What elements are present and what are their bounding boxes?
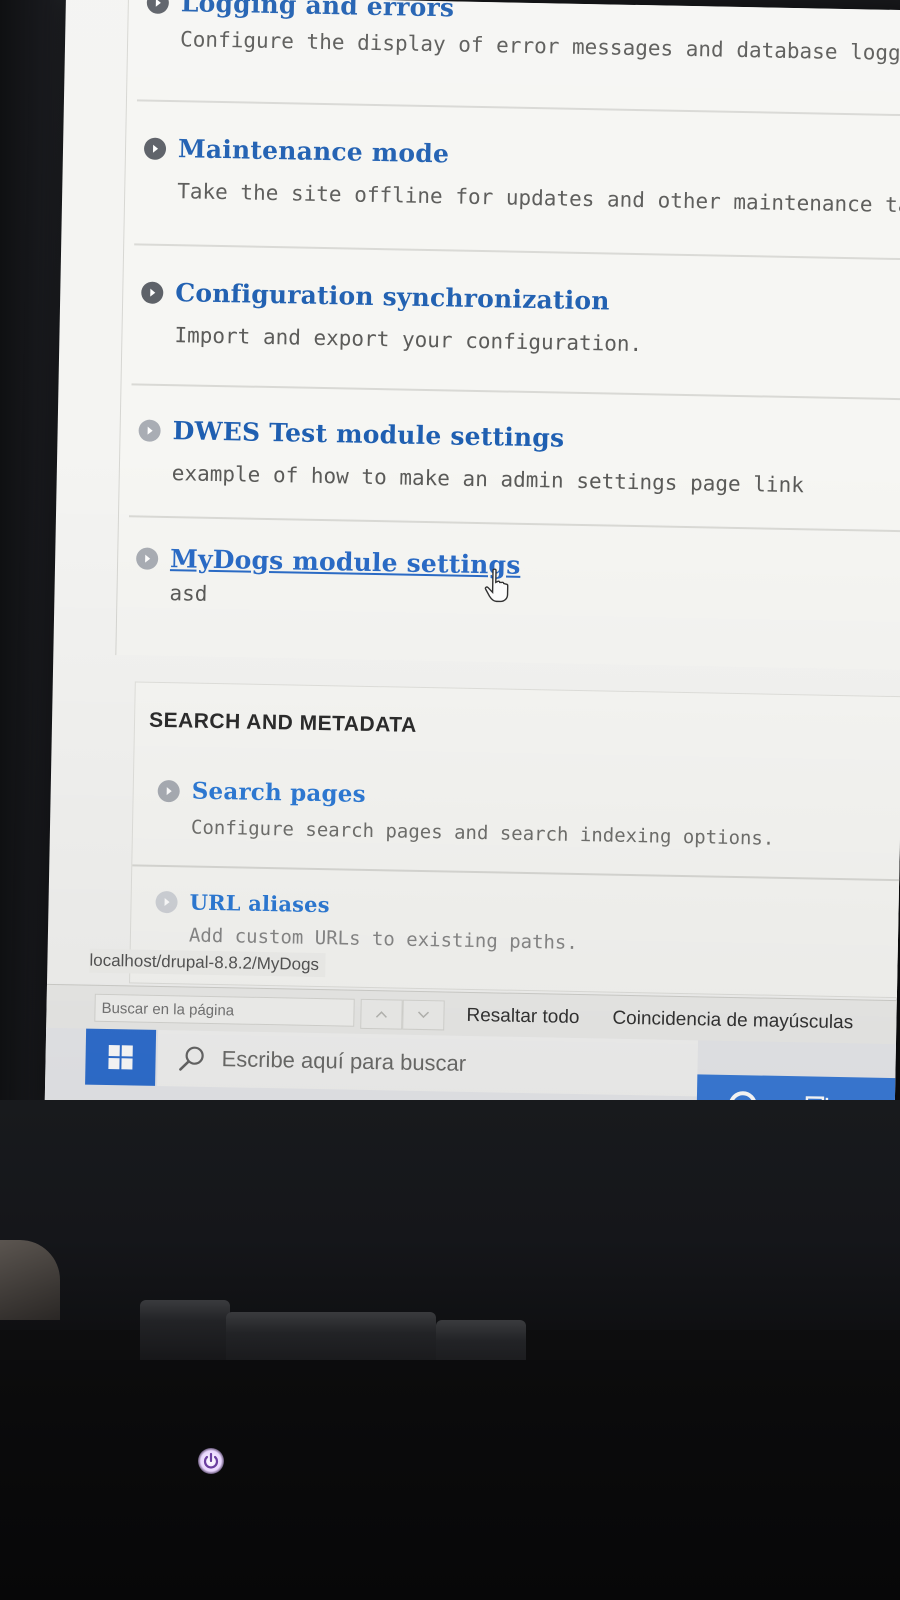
taskbar-search-placeholder: Escribe aquí para buscar (221, 1046, 467, 1076)
admin-item-title[interactable]: Configuration synchronization (175, 278, 610, 315)
divider (131, 383, 900, 401)
bullet-arrow-icon (141, 281, 164, 304)
admin-item-description: Import and export your configuration. (174, 323, 643, 357)
divider (128, 515, 900, 533)
find-next-button[interactable] (402, 999, 445, 1031)
admin-item-mydogs[interactable]: MyDogs module settings asd (135, 543, 900, 619)
admin-item-title[interactable]: Search pages (191, 778, 366, 808)
bullet-arrow-icon (146, 0, 170, 14)
admin-item-description: Configure search pages and search indexi… (190, 816, 775, 850)
divider (136, 99, 900, 117)
admin-item-title[interactable]: MyDogs module settings (170, 544, 521, 580)
keyboard-deck (0, 1360, 900, 1600)
power-icon (198, 1448, 224, 1474)
admin-item-title[interactable]: DWES Test module settings (172, 416, 564, 453)
find-input[interactable] (94, 993, 355, 1027)
admin-item-description: asd (169, 581, 208, 606)
admin-item-config-sync[interactable]: Configuration synchronization Import and… (140, 278, 900, 362)
admin-item-title[interactable]: URL aliases (189, 890, 330, 918)
admin-item-maintenance[interactable]: Maintenance mode Take the site offline f… (143, 134, 900, 218)
laptop-bezel (0, 1100, 900, 1330)
windows-logo-icon (108, 1045, 133, 1070)
status-bar-url: localhost/drupal-8.8.2/MyDogs (89, 948, 326, 978)
admin-item-description: Configure the display of error messages … (179, 27, 900, 66)
section-heading: SEARCH AND METADATA (148, 708, 417, 737)
configuration-panel: Logging and errors Configure the display… (115, 0, 900, 671)
laptop-screen: Logging and errors Configure the display… (44, 0, 900, 1133)
divider (134, 243, 900, 261)
hand-cursor-icon (484, 568, 509, 603)
match-case-checkbox[interactable]: Coincidencia de mayúsculas (612, 1008, 853, 1035)
laptop-photo: Logging and errors Configure the display… (0, 0, 900, 1600)
bullet-arrow-icon (138, 418, 161, 442)
admin-item-url-aliases[interactable]: URL aliases Add custom URLs to existing … (155, 889, 900, 961)
bullet-arrow-icon (143, 137, 167, 160)
admin-item-description: Take the site offline for updates and ot… (177, 179, 900, 218)
find-previous-button[interactable] (360, 998, 403, 1030)
bullet-arrow-icon (157, 779, 180, 802)
divider (132, 864, 900, 882)
admin-item-dwes-test[interactable]: DWES Test module settings example of how… (138, 415, 900, 499)
admin-item-description: example of how to make an admin settings… (171, 461, 805, 498)
taskbar-search-box[interactable]: Escribe aquí para buscar (157, 1029, 699, 1097)
bullet-arrow-icon (135, 546, 159, 570)
admin-item-search-pages[interactable]: Search pages Configure search pages and … (157, 777, 900, 853)
admin-item-title[interactable]: Maintenance mode (178, 134, 450, 168)
admin-item-title[interactable]: Logging and errors (181, 0, 455, 22)
bullet-arrow-icon (155, 890, 178, 913)
start-button[interactable] (85, 1028, 157, 1086)
highlight-all-button[interactable]: Resaltar todo (466, 1005, 579, 1029)
admin-item-logging[interactable]: Logging and errors Configure the display… (146, 0, 900, 66)
magnifier-icon (179, 1046, 204, 1071)
